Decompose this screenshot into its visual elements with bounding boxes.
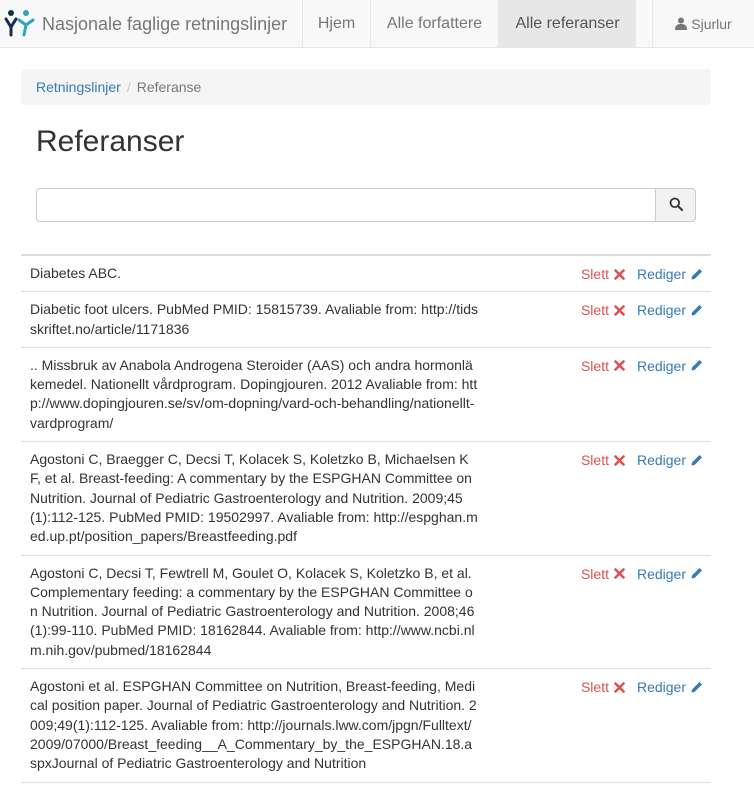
delete-label: Slett xyxy=(580,357,609,374)
delete-label: Slett xyxy=(580,452,609,469)
table-row: Diabetes ABC. Slett Rediger xyxy=(21,256,711,293)
row-actions: Slett Rediger xyxy=(581,358,703,374)
edit-button[interactable]: Rediger xyxy=(637,452,703,468)
edit-label: Rediger xyxy=(636,452,686,469)
table-row: Agostoni C, Decsi T, Fewtrell M, Goulet … xyxy=(21,556,711,670)
user-menu[interactable]: Sjurlur xyxy=(652,0,754,47)
nav-item-alle-forfattere[interactable]: Alle forfattere xyxy=(370,0,498,47)
references-table: Diabetes ABC. Slett Rediger Diabetic foot u… xyxy=(21,254,711,783)
edit-label: Rediger xyxy=(636,357,686,374)
pencil-icon xyxy=(690,567,703,580)
close-icon xyxy=(614,304,625,316)
edit-label: Rediger xyxy=(636,565,686,582)
page-title: Referanser xyxy=(36,125,185,158)
table-row: Agostoni C, Braegger C, Decsi T, Kolacek… xyxy=(21,442,711,556)
edit-label: Rediger xyxy=(636,266,686,282)
delete-label: Slett xyxy=(580,266,609,282)
table-row: Agostoni et al. ESPGHAN Committee on Nut… xyxy=(21,669,711,783)
brand-name: Nasjonale faglige retningslinjer xyxy=(42,13,288,34)
close-icon xyxy=(614,454,625,466)
row-actions: Slett Rediger xyxy=(581,266,703,282)
pencil-icon xyxy=(690,454,703,467)
pencil-icon xyxy=(690,359,703,372)
delete-label: Slett xyxy=(580,302,609,319)
edit-button[interactable]: Rediger xyxy=(637,566,703,582)
reference-text: Diabetes ABC. xyxy=(30,265,122,281)
brand-link[interactable]: Nasjonale faglige retningslinjer xyxy=(4,0,287,48)
edit-button[interactable]: Rediger xyxy=(637,679,703,695)
logo-icon xyxy=(4,7,36,42)
nav-item-hjem[interactable]: Hjem xyxy=(302,0,370,47)
search-button[interactable] xyxy=(656,188,696,222)
search-input[interactable] xyxy=(36,188,656,222)
close-icon xyxy=(614,268,625,280)
edit-label: Rediger xyxy=(636,679,686,696)
close-icon xyxy=(614,360,625,372)
table-row: .. Missbruk av Anabola Androgena Steroid… xyxy=(21,348,711,443)
pencil-icon xyxy=(690,681,703,694)
search-icon xyxy=(669,197,683,214)
search-group xyxy=(36,188,696,222)
user-name: Sjurlur xyxy=(691,15,732,32)
row-actions: Slett Rediger xyxy=(581,566,703,582)
delete-label: Slett xyxy=(580,679,609,696)
user-icon xyxy=(675,17,688,30)
edit-button[interactable]: Rediger xyxy=(637,358,703,374)
navbar: Nasjonale faglige retningslinjer Hjem Al… xyxy=(0,0,754,48)
breadcrumb: Retningslinjer / Referanse xyxy=(21,69,711,105)
delete-button[interactable]: Slett xyxy=(581,566,625,582)
pencil-icon xyxy=(690,268,703,281)
reference-text: Diabetic foot ulcers. PubMed PMID: 15815… xyxy=(30,301,478,337)
edit-button[interactable]: Rediger xyxy=(637,302,703,318)
delete-button[interactable]: Slett xyxy=(581,452,625,468)
breadcrumb-current: Referanse xyxy=(136,79,202,95)
reference-text: Agostoni C, Decsi T, Fewtrell M, Goulet … xyxy=(30,564,475,658)
edit-button[interactable]: Rediger xyxy=(637,266,703,282)
reference-text: Agostoni C, Braegger C, Decsi T, Kolacek… xyxy=(30,451,478,545)
reference-text: .. Missbruk av Anabola Androgena Steroid… xyxy=(30,356,478,431)
delete-button[interactable]: Slett xyxy=(581,266,625,282)
breadcrumb-root-link[interactable]: Retningslinjer xyxy=(36,79,121,95)
nav-item-alle-referanser[interactable]: Alle referanser xyxy=(498,0,636,47)
table-row: Diabetic foot ulcers. PubMed PMID: 15815… xyxy=(21,292,711,348)
delete-button[interactable]: Slett xyxy=(581,679,625,695)
delete-button[interactable]: Slett xyxy=(581,358,625,374)
delete-button[interactable]: Slett xyxy=(581,302,625,318)
row-actions: Slett Rediger xyxy=(581,452,703,468)
delete-label: Slett xyxy=(580,565,609,582)
row-actions: Slett Rediger xyxy=(581,302,703,318)
edit-label: Rediger xyxy=(636,302,686,319)
close-icon xyxy=(614,681,625,693)
close-icon xyxy=(614,568,625,579)
pencil-icon xyxy=(690,304,703,317)
row-actions: Slett Rediger xyxy=(581,679,703,695)
breadcrumb-separator: / xyxy=(126,79,131,95)
reference-text: Agostoni et al. ESPGHAN Committee on Nut… xyxy=(30,678,477,772)
